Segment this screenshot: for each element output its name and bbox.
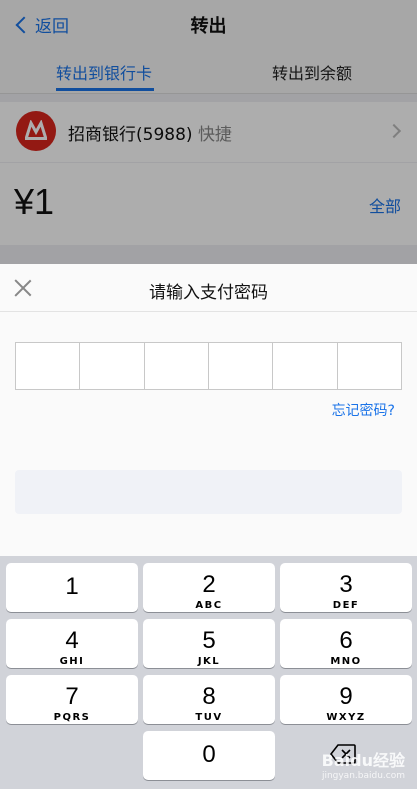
key-digit: 1 [65, 573, 79, 600]
key-8[interactable]: 8 TUV [143, 675, 275, 724]
key-0[interactable]: 0 [143, 731, 275, 780]
key-letters: TUV [195, 712, 223, 723]
key-letters: GHI [59, 656, 85, 667]
key-letters: DEF [332, 600, 360, 611]
key-letters: MNO [330, 656, 362, 667]
key-digit: 8 [202, 683, 216, 710]
key-2[interactable]: 2 ABC [143, 563, 275, 612]
watermark-url: jingyan.baidu.com [321, 771, 405, 781]
password-digit-cell [16, 343, 81, 389]
sheet-title: 请输入支付密码 [149, 283, 268, 303]
key-digit: 4 [65, 627, 79, 654]
baidu-watermark: Baidu经验 jingyan.baidu.com [322, 747, 405, 781]
key-digit: 6 [339, 627, 353, 654]
key-digit: 7 [65, 683, 79, 710]
password-digit-cell [209, 343, 274, 389]
password-digit-cell [145, 343, 209, 389]
key-3[interactable]: 3 DEF [280, 563, 412, 612]
forgot-password-link[interactable]: 忘记密码? [332, 400, 395, 420]
key-digit: 2 [202, 571, 216, 598]
key-6[interactable]: 6 MNO [280, 619, 412, 668]
key-digit: 5 [202, 627, 216, 654]
numeric-keypad: 1 2 ABC 3 DEF 4 GHI 5 JKL 6 MNO 7 PQRS 8… [0, 556, 417, 789]
password-digit-cell [273, 343, 338, 389]
key-letters: WXYZ [326, 712, 366, 723]
key-4[interactable]: 4 GHI [6, 619, 138, 668]
password-digit-cell [80, 343, 145, 389]
password-input[interactable] [15, 342, 402, 390]
key-letters: JKL [197, 656, 221, 667]
confirm-button-behind [15, 470, 402, 514]
key-digit: 3 [339, 571, 353, 598]
password-digit-cell [338, 343, 401, 389]
sheet-header: 请输入支付密码 [0, 264, 417, 312]
key-5[interactable]: 5 JKL [143, 619, 275, 668]
key-9[interactable]: 9 WXYZ [280, 675, 412, 724]
key-1[interactable]: 1 [6, 563, 138, 612]
key-letters: PQRS [53, 712, 91, 723]
key-digit: 9 [339, 683, 353, 710]
key-digit: 0 [202, 741, 216, 768]
watermark-text: Baidu经验 [321, 751, 405, 770]
key-letters: ABC [195, 600, 223, 611]
key-7[interactable]: 7 PQRS [6, 675, 138, 724]
